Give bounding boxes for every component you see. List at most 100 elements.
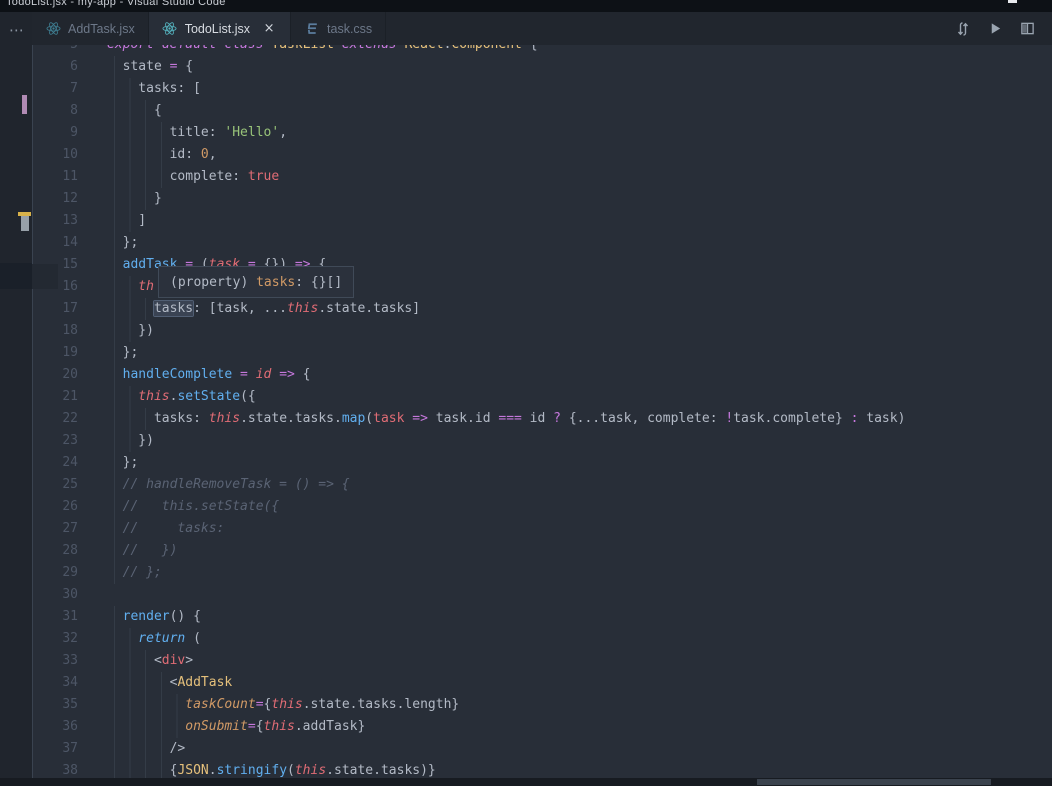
line-number[interactable]: 35: [32, 694, 78, 716]
code-token: }): [138, 323, 154, 338]
line-number[interactable]: 29: [32, 562, 78, 584]
code-line[interactable]: 9 title: 'Hello',: [32, 122, 1052, 144]
code-line[interactable]: 23}): [32, 430, 1052, 452]
line-number[interactable]: 8: [32, 100, 78, 122]
line-number[interactable]: 13: [32, 210, 78, 232]
code-line-text: onSubmit={this.addTask}: [107, 716, 365, 738]
split-editor-icon[interactable]: [1016, 18, 1038, 40]
line-number[interactable]: 26: [32, 496, 78, 518]
code-line-text: // handleRemoveTask = () => {: [107, 474, 350, 496]
code-line[interactable]: 22 tasks: this.state.tasks.map(task => ta…: [32, 408, 1052, 430]
tab-task-css[interactable]: task.css: [291, 12, 387, 45]
code-line[interactable]: 7 tasks: [: [32, 78, 1052, 100]
line-number[interactable]: 10: [32, 144, 78, 166]
code-token: >: [185, 653, 194, 668]
code-token: // handleRemoveTask = () => {: [122, 477, 350, 492]
code-line[interactable]: 17 tasks: [task, ...this.state.tasks]: [32, 298, 1052, 320]
line-number[interactable]: 18: [32, 320, 78, 342]
line-number[interactable]: 25: [32, 474, 78, 496]
code-line[interactable]: 21 this.setState({: [32, 386, 1052, 408]
code-line[interactable]: 13]: [32, 210, 1052, 232]
line-number[interactable]: 11: [32, 166, 78, 188]
code-line-text: // this.setState({: [107, 496, 279, 518]
line-number[interactable]: 7: [32, 78, 78, 100]
line-number[interactable]: 14: [32, 232, 78, 254]
tab-bar: AddTask.jsx TodoList.jsx × task.css: [32, 12, 1052, 45]
code-line[interactable]: 29 // };: [32, 562, 1052, 584]
line-number[interactable]: 32: [32, 628, 78, 650]
code-line[interactable]: 26 // this.setState({: [32, 496, 1052, 518]
code-line[interactable]: 32 return (: [32, 628, 1052, 650]
tooltip-text: (property): [170, 274, 257, 290]
code-token: };: [122, 345, 139, 360]
indent-guide: [107, 606, 123, 628]
code-line[interactable]: 36 onSubmit={this.addTask}: [32, 716, 1052, 738]
window-control-fragment[interactable]: [1008, 0, 1017, 3]
code-line[interactable]: 25 // handleRemoveTask = () => {: [32, 474, 1052, 496]
code-line[interactable]: 10 id: 0,: [32, 144, 1052, 166]
line-number[interactable]: 23: [32, 430, 78, 452]
code-line[interactable]: 35 taskCount={this.state.tasks.length}: [32, 694, 1052, 716]
line-number[interactable]: 27: [32, 518, 78, 540]
code-line[interactable]: 6 state = {: [32, 56, 1052, 78]
code-line[interactable]: 33 <div>: [32, 650, 1052, 672]
code-line[interactable]: 19};: [32, 342, 1052, 364]
line-number[interactable]: 5: [32, 45, 78, 56]
line-number[interactable]: 21: [32, 386, 78, 408]
more-actions-icon[interactable]: ⋯: [5, 18, 29, 42]
line-number[interactable]: 24: [32, 452, 78, 474]
line-number[interactable]: 31: [32, 606, 78, 628]
code-line[interactable]: 30: [32, 584, 1052, 606]
code-token: this: [271, 697, 303, 712]
code-line[interactable]: 34 <AddTask: [32, 672, 1052, 694]
code-line[interactable]: 37 />: [32, 738, 1052, 760]
ruler-mark-purple: [22, 95, 27, 114]
code-token: stringify: [216, 763, 288, 778]
code-line-text: {JSON.stringify(this.state.tasks)}: [107, 760, 436, 778]
line-number[interactable]: 34: [32, 672, 78, 694]
line-number[interactable]: 38: [32, 760, 78, 778]
line-number[interactable]: 28: [32, 540, 78, 562]
code-line[interactable]: 14};: [32, 232, 1052, 254]
line-number[interactable]: 6: [32, 56, 78, 78]
tab-addtask-jsx[interactable]: AddTask.jsx: [32, 12, 149, 45]
code-line[interactable]: 28 // }): [32, 540, 1052, 562]
code-token: id: [255, 367, 272, 382]
code-line[interactable]: 8{: [32, 100, 1052, 122]
open-changes-icon[interactable]: [952, 18, 974, 40]
line-number[interactable]: 37: [32, 738, 78, 760]
line-number[interactable]: 19: [32, 342, 78, 364]
line-number[interactable]: 22: [32, 408, 78, 430]
code-token: task): [858, 411, 906, 426]
code-line[interactable]: 11 complete: true: [32, 166, 1052, 188]
line-number[interactable]: 33: [32, 650, 78, 672]
code-line[interactable]: 12}: [32, 188, 1052, 210]
code-line[interactable]: 20 handleComplete = id => {: [32, 364, 1052, 386]
code-line[interactable]: 38 {JSON.stringify(this.state.tasks)}: [32, 760, 1052, 778]
tab-todolist-jsx[interactable]: TodoList.jsx ×: [148, 12, 292, 45]
line-number[interactable]: 36: [32, 716, 78, 738]
line-number[interactable]: 9: [32, 122, 78, 144]
code-line[interactable]: 18}): [32, 320, 1052, 342]
line-number[interactable]: 17: [32, 298, 78, 320]
code-line[interactable]: 27 // tasks:: [32, 518, 1052, 540]
line-number[interactable]: 20: [32, 364, 78, 386]
line-number[interactable]: 12: [32, 188, 78, 210]
code-editor[interactable]: 5 export default class TaskList extends R…: [32, 45, 1052, 778]
indent-guide: [107, 540, 123, 562]
code-line-text: return (: [107, 628, 201, 650]
code-token: =: [240, 367, 248, 382]
line-number[interactable]: 30: [32, 584, 78, 606]
code-token: taskCount: [185, 697, 256, 712]
code-line[interactable]: 24};: [32, 452, 1052, 474]
run-icon[interactable]: [984, 18, 1006, 40]
code-line[interactable]: 31 render() {: [32, 606, 1052, 628]
code-token: }): [138, 433, 154, 448]
horizontal-scrollbar-thumb[interactable]: [757, 779, 991, 785]
code-line[interactable]: 5 export default class TaskList extends R…: [32, 45, 1052, 56]
close-icon[interactable]: ×: [261, 21, 277, 36]
code-token: {: [522, 45, 538, 52]
code-line-text: export default class TaskList extends Re…: [107, 45, 538, 56]
horizontal-scrollbar-track[interactable]: [0, 778, 1052, 786]
